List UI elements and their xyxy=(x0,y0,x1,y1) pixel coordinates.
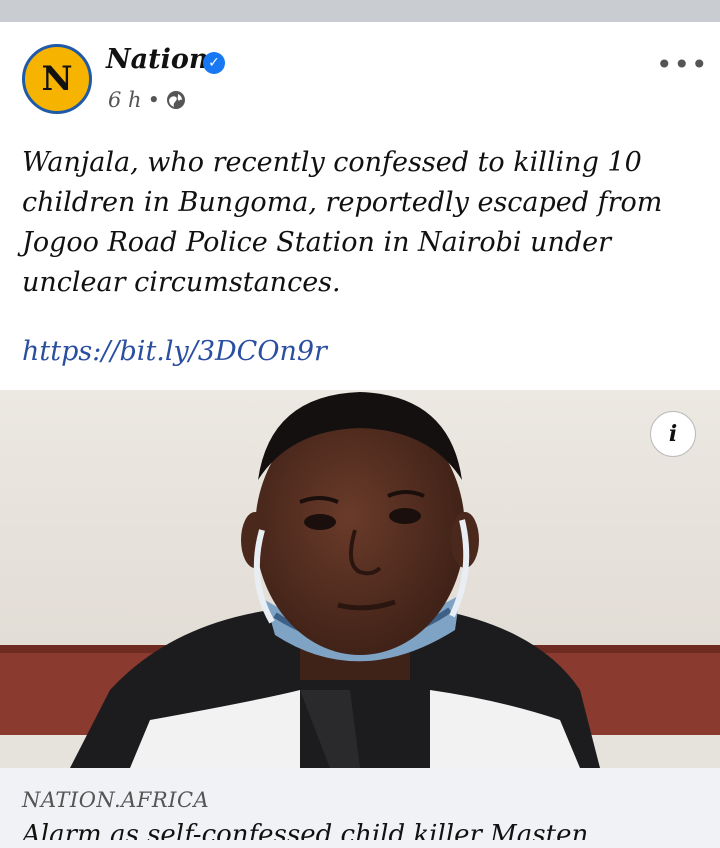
page-avatar[interactable]: N xyxy=(22,44,92,114)
photo-illustration xyxy=(0,390,720,768)
post-header xyxy=(0,22,720,130)
post-meta: 6 h • xyxy=(108,88,186,112)
post-link[interactable]: https://bit.ly/3DCOn9r xyxy=(22,336,327,367)
preview-headline[interactable]: Alarm as self-confessed child killer Mas… xyxy=(22,818,712,840)
preview-domain: NATION.AFRICA xyxy=(22,788,210,812)
post-time[interactable]: 6 h xyxy=(108,88,142,112)
verified-badge-icon: ✓ xyxy=(203,52,225,74)
more-options-icon[interactable]: ••• xyxy=(656,48,709,81)
post-image[interactable] xyxy=(0,390,720,768)
globe-icon xyxy=(166,91,185,109)
page-name[interactable]: Nation xyxy=(106,44,209,75)
post-text: Wanjala, who recently confessed to killi… xyxy=(22,147,663,298)
avatar-letter: N xyxy=(41,59,73,99)
top-band xyxy=(0,0,720,22)
info-button[interactable]: i xyxy=(650,411,696,457)
meta-separator: • xyxy=(147,88,160,112)
